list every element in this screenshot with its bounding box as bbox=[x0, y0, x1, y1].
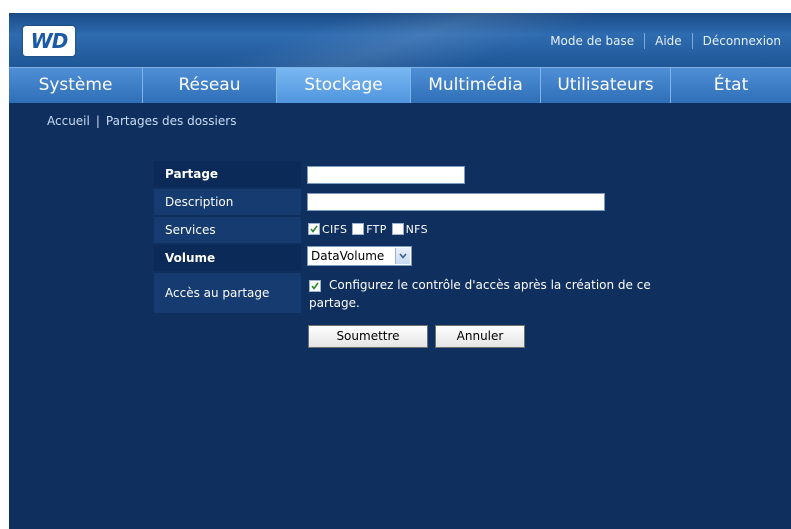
wd-logo: WD bbox=[23, 26, 75, 56]
logo-text: WD bbox=[30, 29, 69, 53]
main-content: Accueil | Partages des dossiers Partage De… bbox=[9, 103, 791, 529]
volume-selected-value: DataVolume bbox=[311, 249, 385, 263]
breadcrumb: Accueil | Partages des dossiers bbox=[47, 114, 236, 128]
services-options: CIFS FTP NFS bbox=[308, 220, 433, 238]
app-window: WD Mode de base Aide Déconnexion Système… bbox=[9, 13, 791, 529]
ftp-label: FTP bbox=[366, 222, 387, 236]
share-access-label: Accès au partage bbox=[154, 273, 301, 313]
cifs-checkbox[interactable] bbox=[308, 223, 320, 235]
volume-select[interactable]: DataVolume bbox=[307, 246, 412, 266]
main-tab-bar: Système Réseau Stockage Multimédia Utili… bbox=[9, 67, 791, 103]
tab-users[interactable]: Utilisateurs bbox=[541, 68, 671, 103]
tab-system[interactable]: Système bbox=[9, 68, 143, 103]
nfs-checkbox[interactable] bbox=[391, 223, 404, 235]
breadcrumb-separator: | bbox=[95, 114, 100, 128]
check-icon bbox=[310, 225, 318, 233]
breadcrumb-home[interactable]: Accueil bbox=[47, 114, 90, 128]
tab-multimedia[interactable]: Multimédia bbox=[411, 68, 541, 103]
cifs-label: CIFS bbox=[322, 222, 348, 236]
description-label: Description bbox=[154, 189, 301, 215]
access-config-checkbox[interactable] bbox=[309, 280, 321, 292]
chevron-down-icon[interactable] bbox=[395, 248, 410, 264]
tab-status[interactable]: État bbox=[671, 68, 791, 103]
breadcrumb-current: Partages des dossiers bbox=[105, 114, 237, 128]
cancel-button[interactable]: Annuler bbox=[435, 325, 525, 348]
description-input[interactable] bbox=[307, 193, 605, 211]
share-name-input[interactable] bbox=[307, 166, 465, 184]
help-link[interactable]: Aide bbox=[645, 34, 692, 48]
share-label: Partage bbox=[154, 161, 301, 187]
logout-link[interactable]: Déconnexion bbox=[693, 34, 791, 48]
header-bar: WD Mode de base Aide Déconnexion bbox=[9, 13, 791, 67]
volume-label: Volume bbox=[154, 245, 301, 271]
submit-button[interactable]: Soumettre bbox=[308, 325, 428, 348]
top-links: Mode de base Aide Déconnexion bbox=[540, 31, 791, 51]
access-config-option: Configurez le contrôle d'accès après la … bbox=[309, 276, 669, 312]
tab-storage[interactable]: Stockage bbox=[277, 68, 411, 103]
nfs-label: NFS bbox=[405, 222, 428, 236]
check-icon bbox=[311, 282, 319, 290]
basic-mode-link[interactable]: Mode de base bbox=[540, 34, 644, 48]
services-label: Services bbox=[154, 217, 301, 243]
access-config-text: Configurez le contrôle d'accès après la … bbox=[309, 278, 651, 310]
tab-network[interactable]: Réseau bbox=[143, 68, 277, 103]
ftp-checkbox[interactable] bbox=[352, 223, 365, 235]
